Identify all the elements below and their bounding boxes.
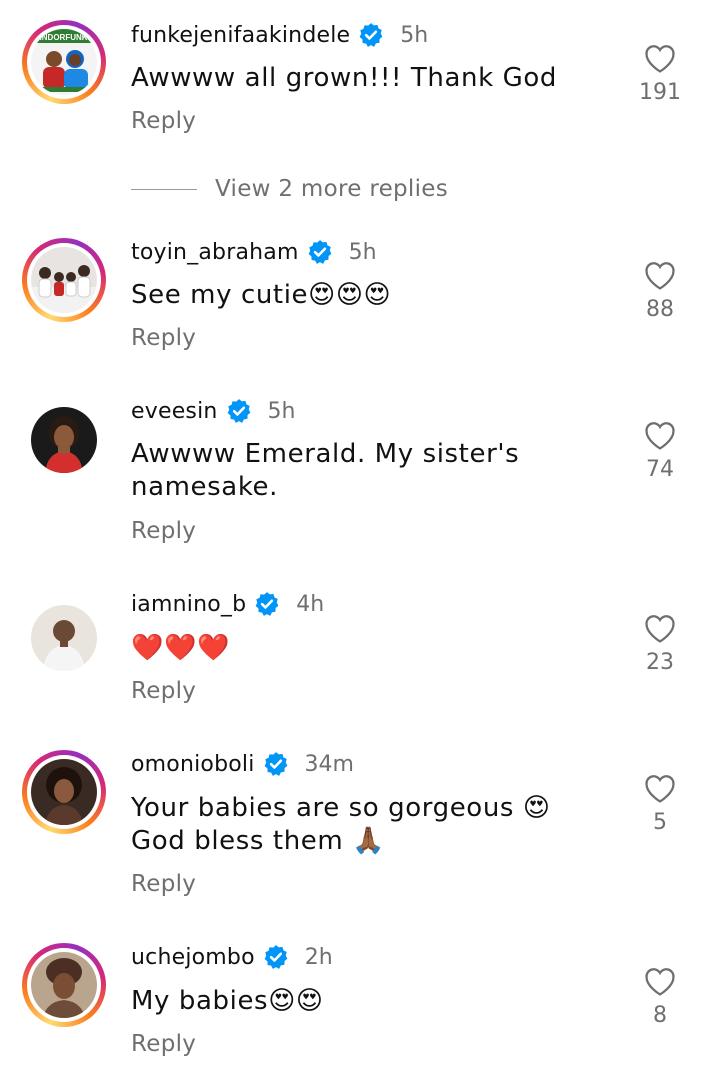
heart-icon[interactable] [643, 612, 677, 644]
heart-icon[interactable] [643, 772, 677, 804]
username[interactable]: eveesin [131, 399, 218, 424]
like-group: 74 [638, 419, 682, 482]
verified-badge-icon [264, 945, 288, 969]
like-count: 5 [653, 810, 667, 835]
like-group: 88 [638, 259, 682, 322]
comment-text: Your babies are so gorgeous 😍 God bless … [131, 793, 551, 856]
avatar[interactable] [22, 596, 106, 680]
username[interactable]: uchejombo [131, 945, 255, 970]
avatar-image [31, 952, 97, 1018]
like-count: 88 [646, 297, 674, 322]
like-count: 191 [639, 80, 681, 105]
heart-icon[interactable] [643, 965, 677, 997]
verified-badge-icon [308, 240, 331, 264]
view-more-label: View 2 more replies [215, 176, 449, 202]
avatar[interactable] [22, 238, 106, 322]
reply-button[interactable]: Reply [131, 518, 196, 544]
username[interactable]: toyin_abraham [131, 240, 299, 265]
like-group: 191 [638, 42, 682, 105]
avatar[interactable] [22, 943, 106, 1027]
verified-badge-icon [264, 752, 287, 776]
avatar[interactable] [22, 398, 106, 482]
avatar[interactable] [22, 750, 106, 834]
verified-badge-icon [359, 23, 383, 47]
reply-button[interactable]: Reply [131, 678, 196, 704]
heart-icon[interactable] [643, 42, 677, 74]
like-count: 23 [646, 650, 674, 675]
reply-button[interactable]: Reply [131, 108, 196, 134]
avatar-image [31, 407, 97, 473]
comment-time: 5h [267, 398, 296, 424]
like-group: 8 [638, 965, 682, 1028]
heart-icon[interactable] [643, 419, 677, 451]
avatar-image [31, 605, 97, 671]
comment-time: 34m [304, 751, 354, 777]
comment-time: 5h [400, 22, 429, 48]
username[interactable]: iamnino_b [131, 592, 246, 617]
avatar-image [31, 247, 97, 313]
avatar[interactable]: JINDORFUNKE [22, 20, 106, 104]
like-count: 74 [646, 457, 674, 482]
like-group: 23 [638, 612, 682, 675]
comment-text: Awwww Emerald. My sister's namesake. [131, 439, 520, 502]
username[interactable]: funkejenifaakindele [131, 23, 350, 48]
comment-text: See my cutie😍😍😍 [131, 280, 392, 310]
comment-time: 2h [304, 944, 333, 970]
comment-text: ❤️❤️❤️ [131, 633, 230, 663]
verified-badge-icon [227, 399, 250, 423]
avatar-image [31, 759, 97, 825]
reply-button[interactable]: Reply [131, 871, 196, 897]
verified-badge-icon [255, 592, 279, 616]
divider-line [131, 188, 197, 190]
view-more-replies[interactable]: View 2 more replies [131, 176, 448, 202]
comment-time: 4h [296, 591, 325, 617]
comment-text: Awwww all grown!!! Thank God [131, 63, 557, 93]
comment-text: My babies😍😍 [131, 986, 324, 1016]
avatar-image: JINDORFUNKE [31, 29, 97, 95]
heart-icon[interactable] [643, 259, 677, 291]
reply-button[interactable]: Reply [131, 1031, 196, 1057]
like-group: 5 [638, 772, 682, 835]
reply-button[interactable]: Reply [131, 325, 196, 351]
username[interactable]: omonioboli [131, 752, 255, 777]
comment-time: 5h [348, 239, 377, 265]
like-count: 8 [653, 1003, 667, 1028]
